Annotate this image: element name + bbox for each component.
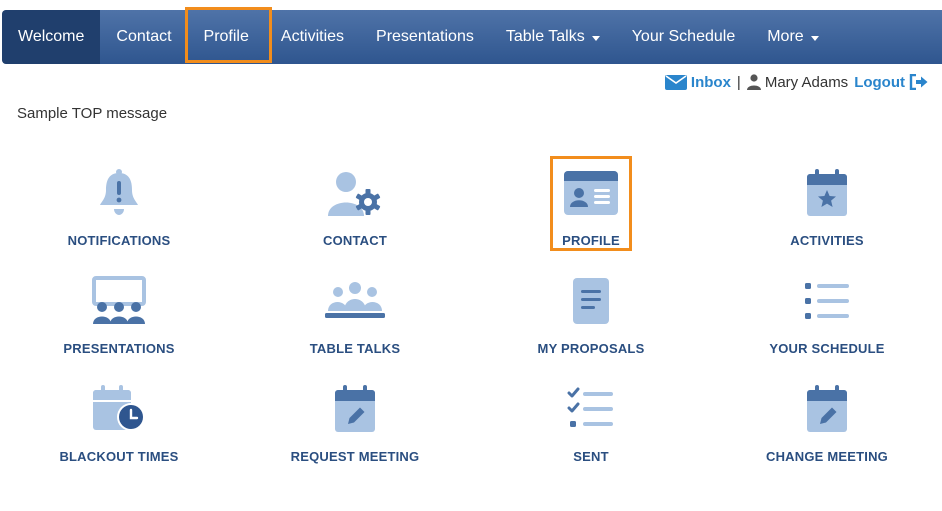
logout-icon xyxy=(909,74,928,90)
bell-icon xyxy=(87,165,151,221)
logout-link[interactable]: Logout xyxy=(854,74,928,91)
tile-contact-label: CONTACT xyxy=(323,233,387,248)
tile-your-schedule[interactable]: YOUR SCHEDULE xyxy=(727,273,927,356)
id-card-icon xyxy=(559,165,623,221)
envelope-icon xyxy=(664,75,687,90)
inbox-label: Inbox xyxy=(690,73,731,91)
tile-contact[interactable]: CONTACT xyxy=(255,165,455,248)
tile-request-meeting-label: REQUEST MEETING xyxy=(290,449,420,464)
user-name: Mary Adams xyxy=(764,73,849,91)
tile-presentations-label: PRESENTATIONS xyxy=(63,341,175,356)
tile-change-meeting[interactable]: CHANGE MEETING xyxy=(727,381,927,464)
nav-contact-label: Contact xyxy=(116,28,172,45)
list-icon xyxy=(795,273,859,329)
tile-blackout-times-label: BLACKOUT TIMES xyxy=(59,449,179,464)
tile-change-meeting-label: CHANGE MEETING xyxy=(766,449,888,464)
document-icon xyxy=(559,273,623,329)
tile-table-talks[interactable]: TABLE TALKS xyxy=(255,273,455,356)
nav-your-schedule[interactable]: Your Schedule xyxy=(616,10,752,64)
tile-sent-label: SENT xyxy=(573,449,609,464)
presentation-audience-icon xyxy=(87,273,151,329)
tile-my-proposals[interactable]: MY PROPOSALS xyxy=(491,273,691,356)
group-table-icon xyxy=(323,273,387,329)
user-gear-icon xyxy=(323,165,387,221)
nav-activities-label: Activities xyxy=(280,28,345,45)
nav-more[interactable]: More xyxy=(751,10,834,64)
calendar-pen-icon xyxy=(795,381,859,437)
tile-your-schedule-label: YOUR SCHEDULE xyxy=(769,341,885,356)
tile-blackout-times[interactable]: BLACKOUT TIMES xyxy=(19,381,219,464)
nav-activities[interactable]: Activities xyxy=(265,10,360,64)
main-navbar: Welcome Contact Profile Activities Prese… xyxy=(2,10,942,64)
calendar-clock-icon xyxy=(87,381,151,437)
checklist-icon xyxy=(559,381,623,437)
calendar-pen-icon xyxy=(323,381,387,437)
tile-my-proposals-label: MY PROPOSALS xyxy=(537,341,645,356)
inbox-link[interactable]: Inbox xyxy=(664,73,731,91)
nav-table-talks-label: Table Talks xyxy=(505,28,585,45)
tile-activities-label: ACTIVITIES xyxy=(790,233,864,248)
tile-profile-label: PROFILE xyxy=(562,233,620,248)
caret-down-icon xyxy=(591,35,600,41)
nav-presentations[interactable]: Presentations xyxy=(360,10,490,64)
top-message: Sample TOP message xyxy=(17,105,168,122)
nav-profile-label: Profile xyxy=(203,28,249,45)
separator: | xyxy=(736,73,741,91)
nav-welcome[interactable]: Welcome xyxy=(2,10,101,64)
nav-contact[interactable]: Contact xyxy=(100,10,187,64)
user-icon xyxy=(746,74,761,90)
caret-down-icon xyxy=(810,35,819,41)
nav-more-label: More xyxy=(767,28,804,45)
nav-welcome-label: Welcome xyxy=(18,28,85,45)
nav-table-talks[interactable]: Table Talks xyxy=(490,10,616,64)
nav-presentations-label: Presentations xyxy=(376,28,474,45)
nav-profile[interactable]: Profile xyxy=(188,10,265,64)
tile-activities[interactable]: ACTIVITIES xyxy=(727,165,927,248)
tile-sent[interactable]: SENT xyxy=(491,381,691,464)
nav-your-schedule-label: Your Schedule xyxy=(631,28,736,45)
tile-notifications-label: NOTIFICATIONS xyxy=(67,233,171,248)
tile-presentations[interactable]: PRESENTATIONS xyxy=(19,273,219,356)
tile-notifications[interactable]: NOTIFICATIONS xyxy=(19,165,219,248)
tile-profile[interactable]: PROFILE xyxy=(491,165,691,248)
tile-table-talks-label: TABLE TALKS xyxy=(309,341,401,356)
tile-request-meeting[interactable]: REQUEST MEETING xyxy=(255,381,455,464)
user-bar: Inbox | Mary Adams Logout xyxy=(664,72,928,92)
calendar-star-icon xyxy=(795,165,859,221)
logout-label: Logout xyxy=(854,73,905,91)
